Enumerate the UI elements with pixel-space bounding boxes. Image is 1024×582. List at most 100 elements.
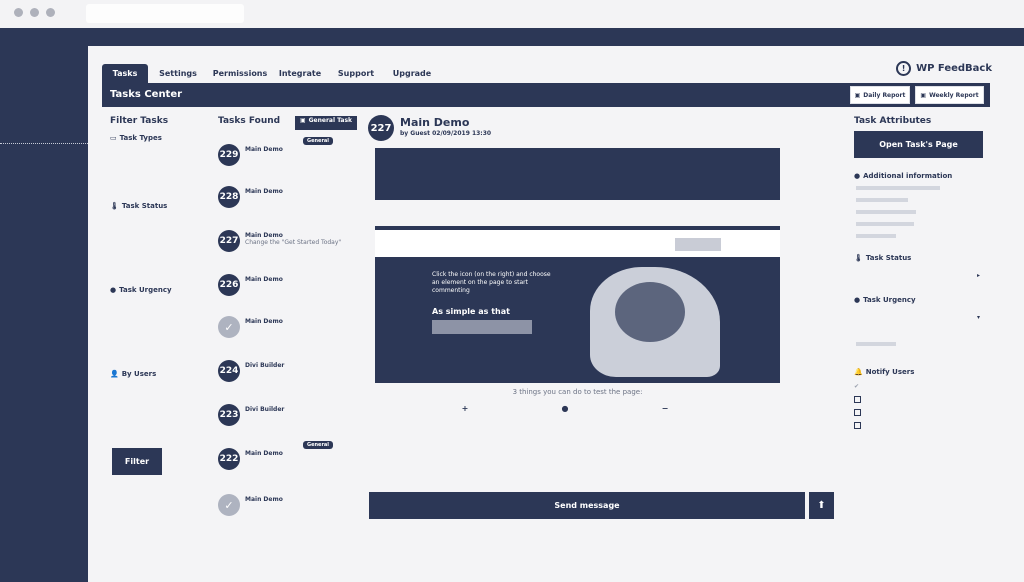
notify-user-row[interactable]: ✔ <box>854 383 859 390</box>
weekly-report-button[interactable]: ▣ Weekly Report <box>915 86 984 104</box>
filter-panel: Filter Tasks ▭ Task Types 🌡 Task Status ● T… <box>110 116 210 458</box>
hero-image-shadow <box>615 282 685 342</box>
filter-option[interactable] <box>110 387 210 394</box>
brand-name: WP FeedBack <box>916 63 992 74</box>
filter-group-label: Task Urgency <box>119 286 172 294</box>
things-heading: 3 things you can do to test the page: <box>512 388 643 396</box>
browser-chrome <box>0 0 1024 28</box>
page-title: Tasks Center <box>110 89 183 100</box>
task-list-item[interactable]: 229 Main Demo General <box>218 137 358 178</box>
window-maximize-dot[interactable] <box>46 8 55 17</box>
thermometer-icon: 🌡 <box>110 202 119 210</box>
calendar-icon: ▣ <box>920 91 927 99</box>
info-line <box>856 210 916 214</box>
general-task-button[interactable]: ▣ General Task <box>295 116 357 130</box>
tab-settings[interactable]: Settings <box>148 64 208 84</box>
weekly-report-label: Weekly Report <box>929 91 979 99</box>
filter-option[interactable] <box>110 235 210 242</box>
tab-upgrade[interactable]: Upgrade <box>384 64 440 84</box>
task-urgency-select[interactable]: ▾ <box>854 310 984 326</box>
checkbox[interactable] <box>854 409 861 416</box>
task-list-item[interactable]: 226 Main Demo <box>218 268 358 308</box>
filter-group-types: ▭ Task Types <box>110 134 210 190</box>
open-task-page-button[interactable]: Open Task's Page <box>854 131 983 158</box>
filter-group-label: Task Status <box>121 202 168 210</box>
filter-option[interactable] <box>110 351 210 358</box>
filter-option[interactable] <box>110 335 210 342</box>
feedback-logo-icon: ! <box>896 61 912 76</box>
task-list-item[interactable]: 224 Divi Builder <box>218 354 358 394</box>
filter-option[interactable] <box>110 319 210 326</box>
filter-option[interactable] <box>110 183 210 190</box>
task-number-badge: 226 <box>218 274 240 296</box>
window-close-dot[interactable] <box>14 8 23 17</box>
user-icon: 👤 <box>110 370 119 378</box>
task-list-item[interactable]: ✓ Main Demo <box>218 488 358 528</box>
task-status-select[interactable]: ▸ <box>854 268 984 284</box>
task-list-item[interactable]: 223 Divi Builder <box>218 398 358 438</box>
filter-option[interactable] <box>110 251 210 258</box>
task-number-badge: 222 <box>218 448 240 470</box>
tab-tasks[interactable]: Tasks <box>102 64 148 84</box>
notify-user-row[interactable] <box>854 422 861 429</box>
thing-item: ● <box>515 404 615 413</box>
bell-icon: 🔔 <box>854 368 863 376</box>
checkbox[interactable] <box>854 422 861 429</box>
plus-icon: + <box>461 404 469 413</box>
task-list-item[interactable]: 222 Main Demo General <box>218 441 358 482</box>
filter-option[interactable] <box>110 419 210 426</box>
filter-option[interactable] <box>110 403 210 410</box>
notify-user-row[interactable] <box>854 409 861 416</box>
attribute-link[interactable] <box>856 342 896 346</box>
filter-option[interactable] <box>110 267 210 274</box>
filter-option[interactable] <box>110 219 210 226</box>
tasks-list: Tasks Found ▣ General Task 229 Main Demo G… <box>218 116 358 550</box>
filter-option[interactable] <box>110 167 210 174</box>
filter-option[interactable] <box>110 151 210 158</box>
tab-support[interactable]: Support <box>328 64 384 84</box>
tab-permissions[interactable]: Permissions <box>208 64 272 84</box>
address-bar[interactable] <box>86 4 244 23</box>
alert-circle-icon: ● <box>854 296 861 304</box>
task-status-heading: 🌡 Task Status <box>854 254 911 262</box>
task-list-item[interactable]: 227 Main Demo Change the "Get Started Toda… <box>218 224 358 264</box>
hero-text: Click the icon (on the right) and choose… <box>432 271 551 294</box>
task-number-badge: 223 <box>218 404 240 426</box>
info-line <box>856 222 914 226</box>
chevron-right-icon: ▸ <box>976 272 980 279</box>
filter-option[interactable] <box>110 435 210 442</box>
additional-info-heading: ● Additional information <box>854 172 952 180</box>
preview-hero: Click the icon (on the right) and choose… <box>375 257 780 383</box>
thermometer-icon: 🌡 <box>854 254 863 262</box>
notify-user-row[interactable] <box>854 396 861 403</box>
left-background-strip <box>0 28 88 582</box>
send-message-button[interactable]: Send message <box>369 492 805 519</box>
screenshot-preview[interactable]: Click the icon (on the right) and choose… <box>375 226 780 383</box>
task-list-item[interactable]: 228 Main Demo <box>218 180 358 220</box>
filter-button[interactable]: Filter <box>112 448 162 475</box>
tasks-center-header: Tasks Center ▣ Daily Report ▣ Weekly Rep… <box>102 83 990 107</box>
checkbox[interactable] <box>854 396 861 403</box>
task-site: Divi Builder <box>245 362 285 369</box>
filter-group-users: 👤 By Users <box>110 370 210 458</box>
tab-integrate[interactable]: Integrate <box>272 64 328 84</box>
filter-group-status: 🌡 Task Status <box>110 202 210 274</box>
task-site: Main Demo <box>245 188 283 195</box>
task-urgency-heading: ● Task Urgency <box>854 296 916 304</box>
divider <box>0 143 100 144</box>
additional-info-label: Additional information <box>863 172 953 180</box>
upload-icon[interactable]: ⬆ <box>809 492 834 519</box>
general-tag-badge: General <box>303 137 333 145</box>
alert-circle-icon: ● <box>110 286 117 294</box>
task-list-item[interactable]: ✓ Main Demo <box>218 310 358 350</box>
filter-option[interactable] <box>110 303 210 310</box>
attributes-title: Task Attributes <box>854 116 932 126</box>
daily-report-button[interactable]: ▣ Daily Report <box>850 86 910 104</box>
notify-users-label: Notify Users <box>865 368 915 376</box>
task-attributes-panel: Task Attributes Open Task's Page ● Additi… <box>854 116 989 429</box>
preview-nav-button <box>675 238 721 251</box>
plus-square-icon: ▣ <box>299 116 306 124</box>
window-minimize-dot[interactable] <box>30 8 39 17</box>
daily-report-label: Daily Report <box>863 91 906 99</box>
brand-logo: ! WP FeedBack <box>896 61 992 76</box>
